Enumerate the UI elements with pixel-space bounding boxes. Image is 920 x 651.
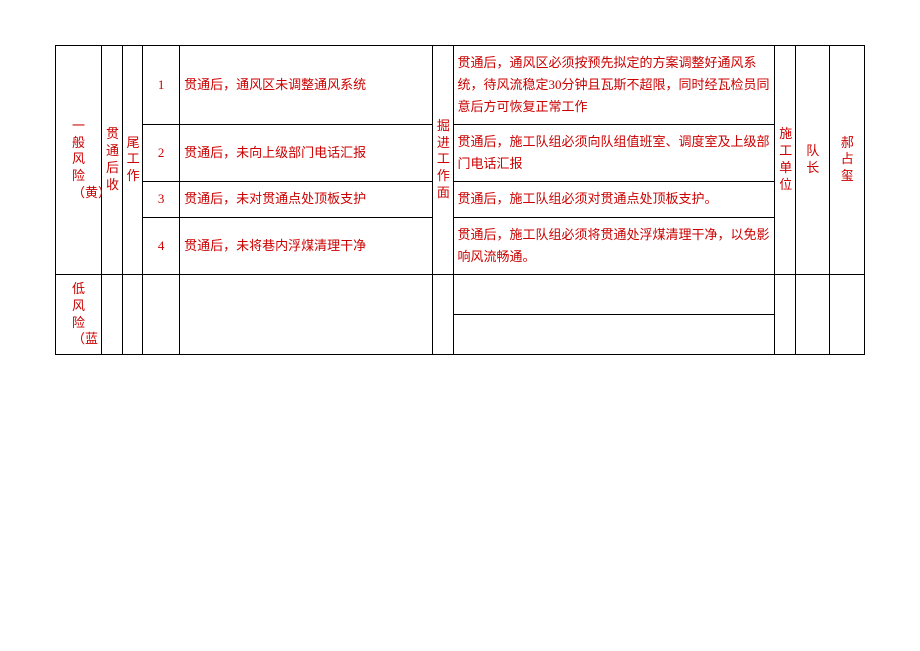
risk-level-label: 一般风险（黄） [72,118,85,202]
measure-desc: 贯通后，施工队组必须将贯通处浮煤清理干净，以免影响风流畅通。 [453,217,775,274]
empty-cell [830,274,865,355]
risk-desc: 贯通后，未对贯通点处顶板支护 [180,182,433,217]
empty-cell [775,274,796,355]
table-row: 一般风险（黄） 贯通后收 尾工作 1 贯通后，通风区未调整通风系统 掘进工作面 … [56,46,865,125]
risk-desc: 贯通后，通风区未调整通风系统 [180,46,433,125]
empty-cell [180,274,433,355]
unit-label: 施工单位 [779,126,792,194]
area-label: 掘进工作面 [437,118,450,202]
empty-cell [795,274,829,355]
empty-cell [101,274,122,355]
table-row: 4 贯通后，未将巷内浮煤清理干净 贯通后，施工队组必须将贯通处浮煤清理干净，以免… [56,217,865,274]
empty-cell [453,274,775,314]
measure-desc: 贯通后，施工队组必须对贯通点处顶板支护。 [453,182,775,217]
measure-desc: 贯通后，施工队组必须向队组值班室、调度室及上级部门电话汇报 [453,125,775,182]
role-label: 队长 [806,143,819,177]
row-num: 4 [143,217,180,274]
row-num: 2 [143,125,180,182]
table-row: 2 贯通后，未向上级部门电话汇报 贯通后，施工队组必须向队组值班室、调度室及上级… [56,125,865,182]
phase-cell-1: 贯通后收 [101,46,122,275]
risk-desc: 贯通后，未向上级部门电话汇报 [180,125,433,182]
area-cell: 掘进工作面 [432,46,453,275]
table-row: 低风险（蓝 [56,274,865,314]
empty-cell [122,274,143,355]
empty-cell [453,315,775,355]
role-cell: 队长 [795,46,829,275]
row-num: 1 [143,46,180,125]
risk-level-label-2: 低风险（蓝 [72,281,85,349]
unit-cell: 施工单位 [775,46,796,275]
phase-cell-2: 尾工作 [122,46,143,275]
risk-desc: 贯通后，未将巷内浮煤清理干净 [180,217,433,274]
empty-cell [432,274,453,355]
person-cell: 郝占玺 [830,46,865,275]
phase-label-1: 贯通后收 [106,126,119,194]
empty-cell [143,274,180,355]
measure-desc: 贯通后，通风区必须按预先拟定的方案调整好通风系统，待风流稳定30分钟且瓦斯不超限… [453,46,775,125]
table-row: 3 贯通后，未对贯通点处顶板支护 贯通后，施工队组必须对贯通点处顶板支护。 [56,182,865,217]
risk-level-cell: 一般风险（黄） [56,46,102,275]
phase-label-2: 尾工作 [127,135,140,186]
person-label: 郝占玺 [841,135,854,186]
risk-table: 一般风险（黄） 贯通后收 尾工作 1 贯通后，通风区未调整通风系统 掘进工作面 … [55,45,865,355]
risk-level-cell-2: 低风险（蓝 [56,274,102,355]
row-num: 3 [143,182,180,217]
